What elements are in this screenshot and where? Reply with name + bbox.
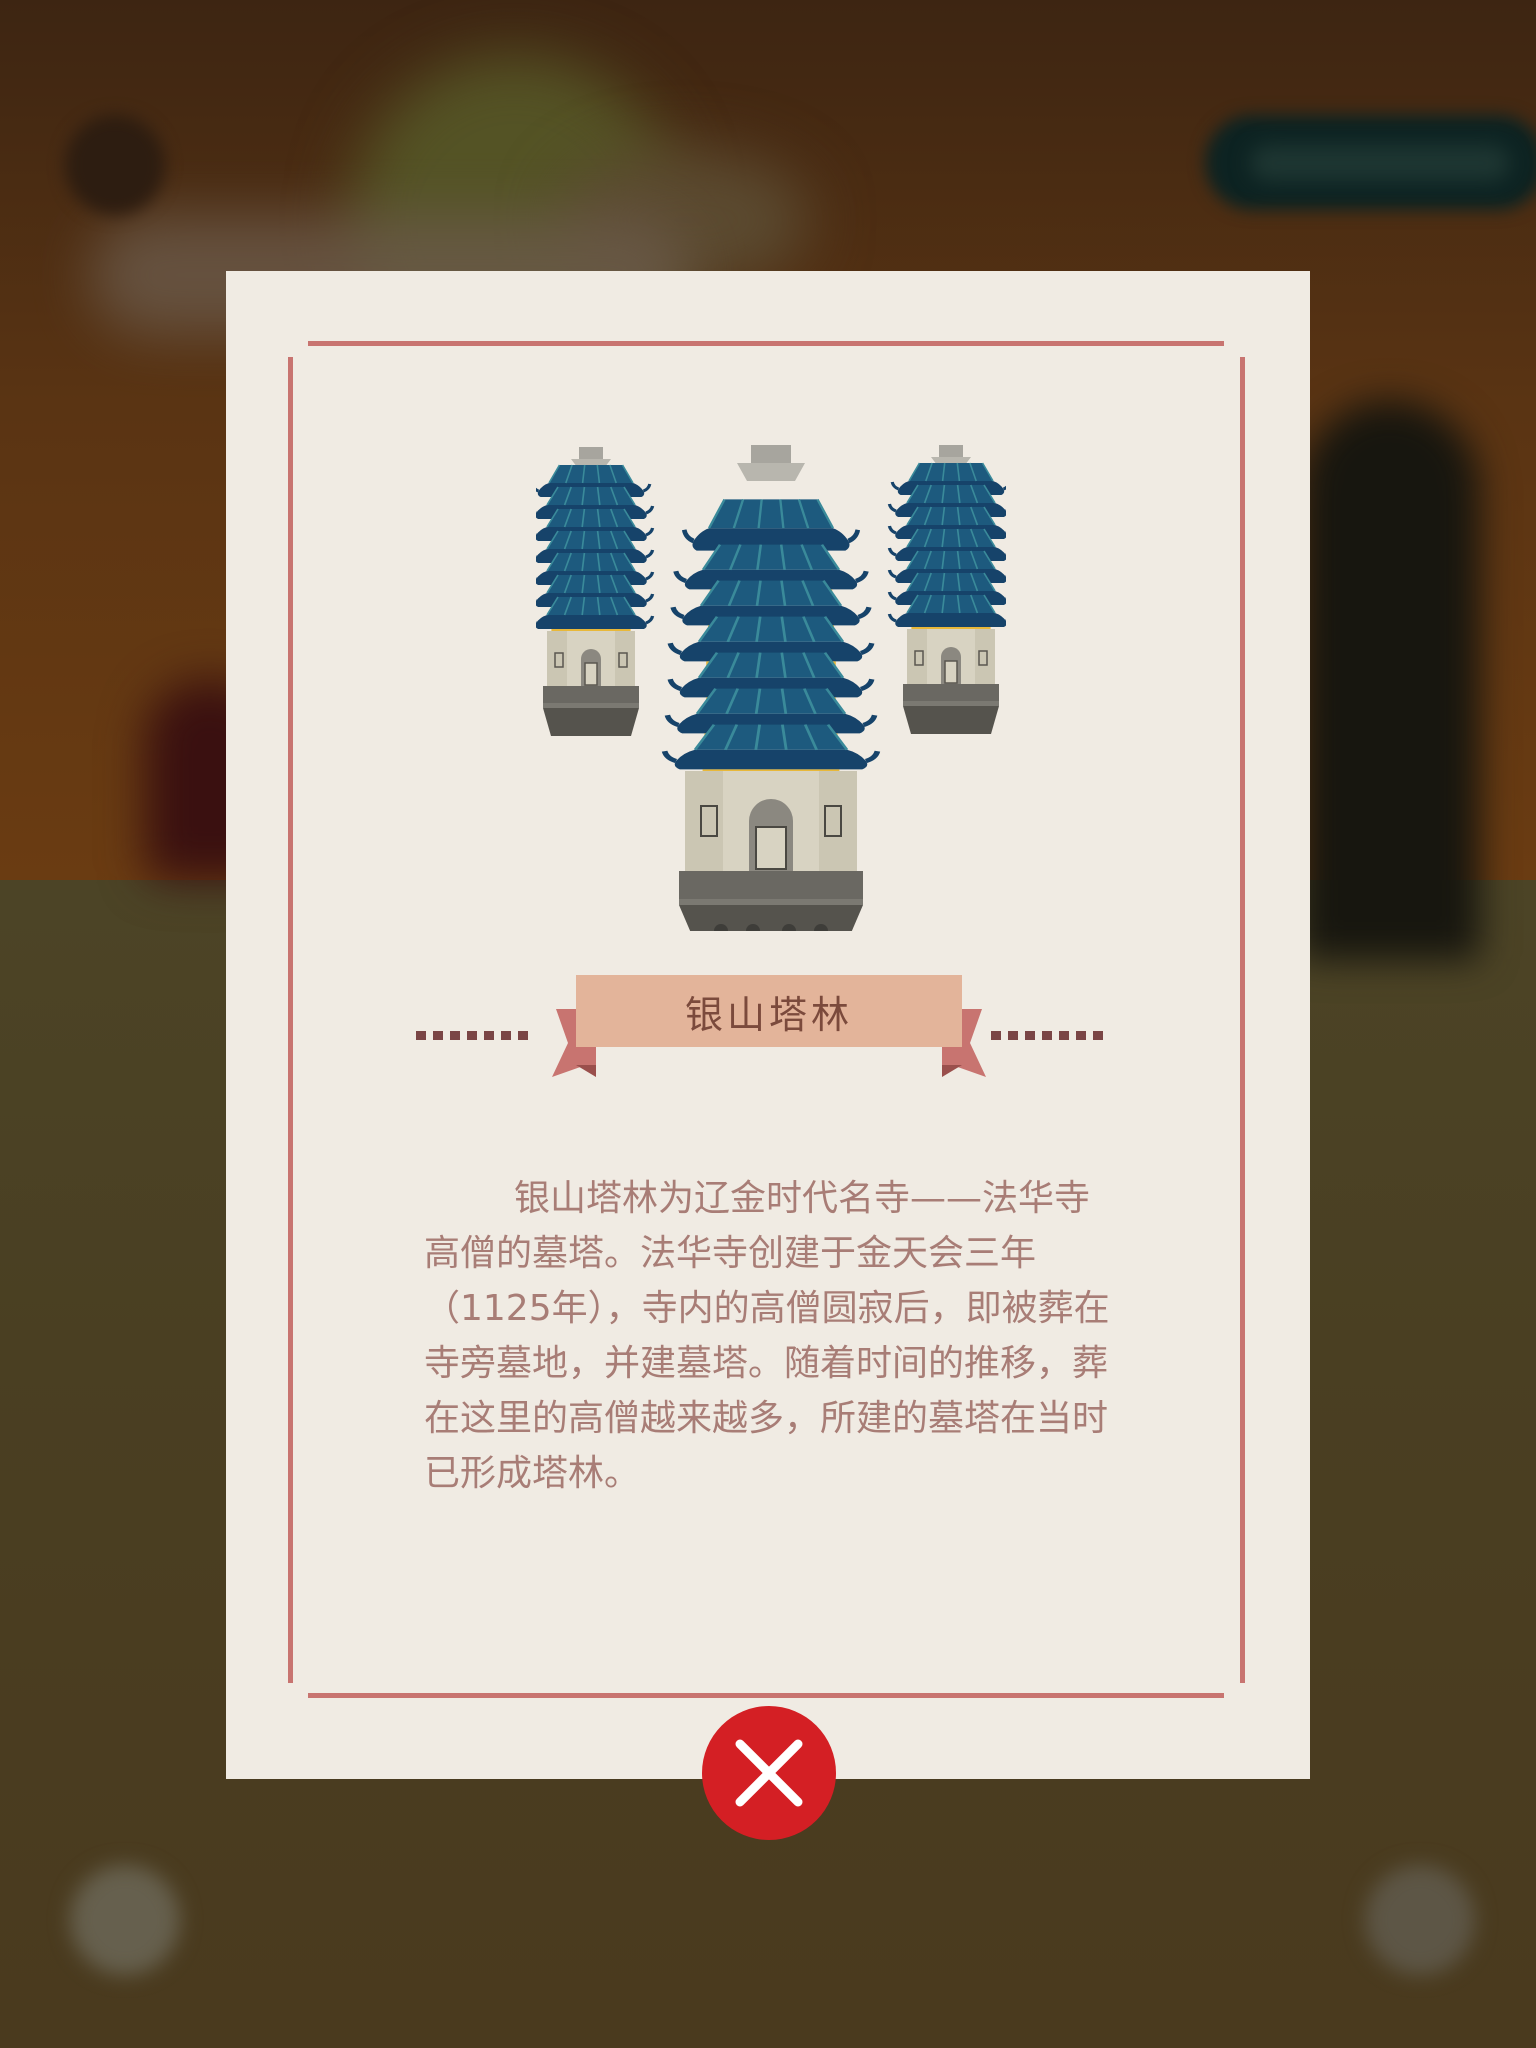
info-modal-card: 银山塔林 银山塔林为辽金时代名寺——法华寺高僧的墓塔。法华寺创建于金天会三年（1… [226,271,1310,1779]
close-button[interactable] [702,1706,836,1840]
page-title: 银山塔林 [576,975,962,1047]
close-icon [735,1739,803,1807]
pagoda-group-icon [527,441,1015,938]
description-content: 银山塔林为辽金时代名寺——法华寺高僧的墓塔。法华寺创建于金天会三年（1125年）… [424,1178,1110,1494]
background-pill-label [1250,145,1510,181]
background-bottom-right-button [1365,1865,1475,1975]
background-back-button [65,115,165,215]
frame-line-bottom [308,1693,1224,1698]
frame-line-right [1240,357,1245,1683]
title-banner: 银山塔林 [416,975,1120,1085]
frame-line-left [288,357,293,1683]
banner-dots-right [991,1031,1103,1040]
description-text: 银山塔林为辽金时代名寺——法华寺高僧的墓塔。法华寺创建于金天会三年（1125年）… [424,1171,1124,1501]
frame-line-top [308,341,1224,346]
banner-dots-left [416,1031,528,1040]
background-bottom-left-button [70,1865,180,1975]
background-tower [1300,400,1480,960]
